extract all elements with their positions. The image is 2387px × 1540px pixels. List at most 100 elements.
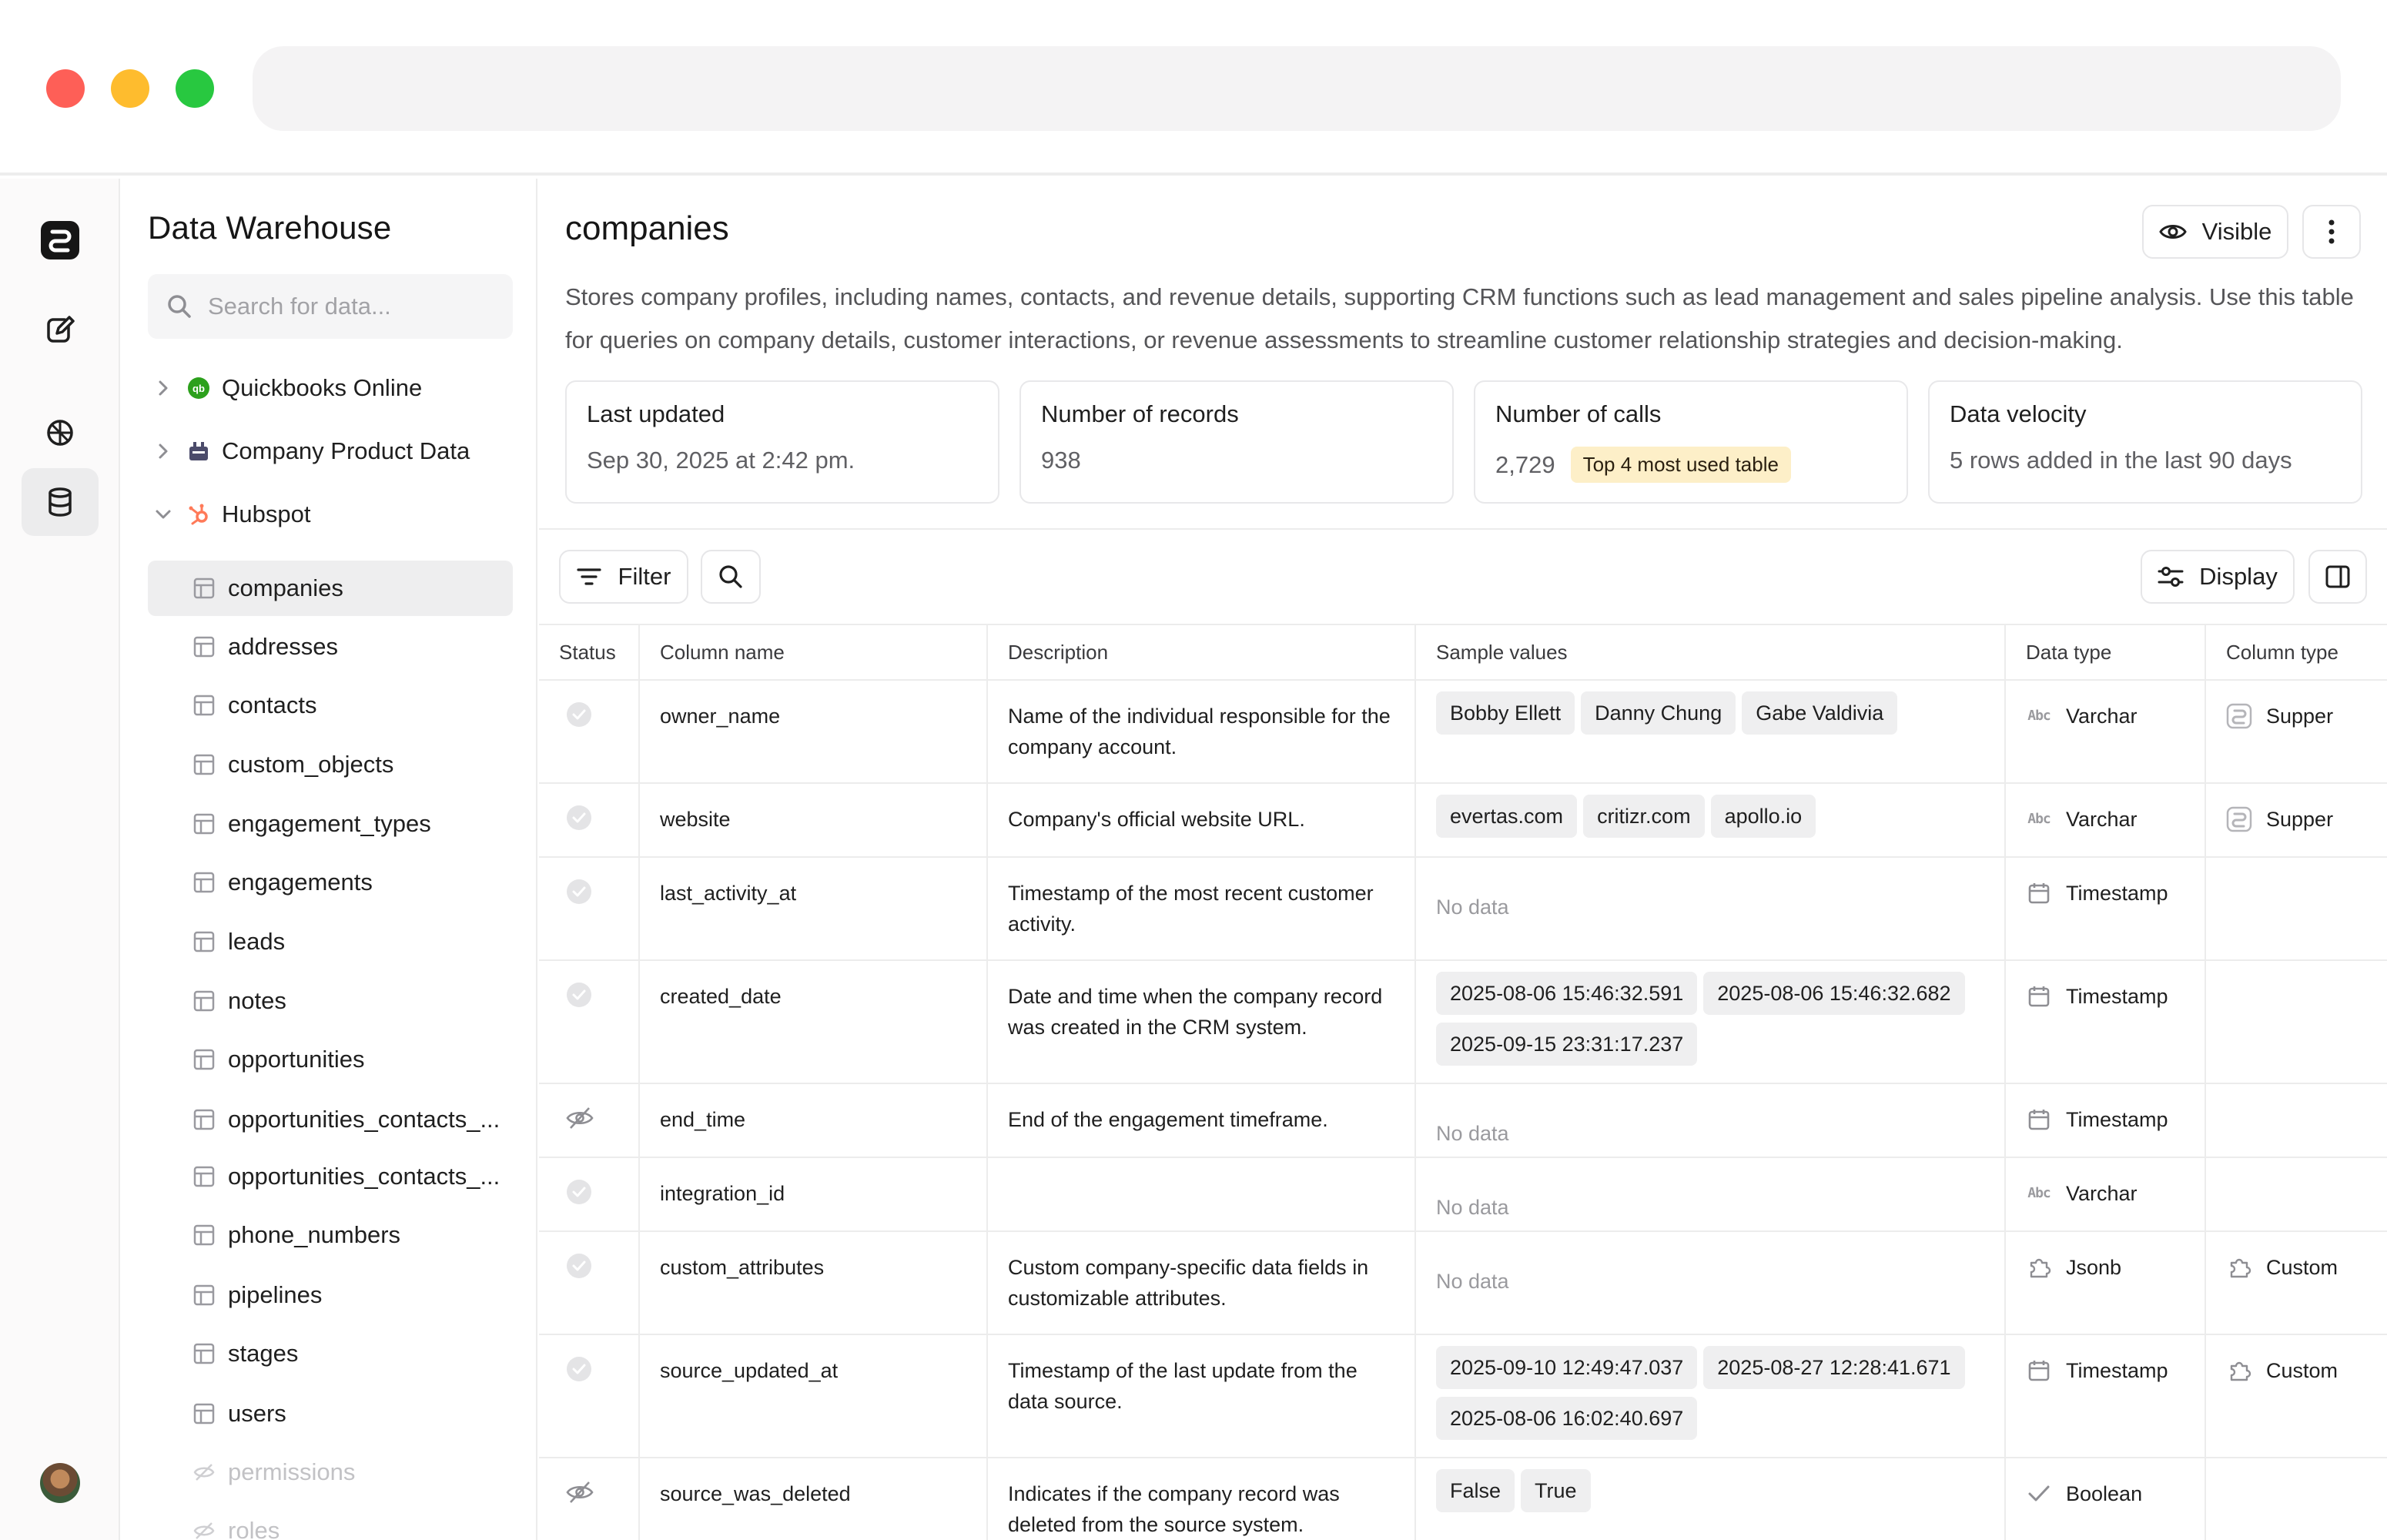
sidebar-table-item[interactable]: addresses xyxy=(148,619,513,675)
active-status-icon[interactable] xyxy=(565,804,593,832)
more-options-button[interactable] xyxy=(2302,205,2361,259)
columns-table: Status Column name Description Sample va… xyxy=(539,624,2387,1540)
table-row[interactable]: source_updated_at Timestamp of the last u… xyxy=(539,1334,2387,1458)
data-type-label: Varchar xyxy=(2066,808,2138,831)
compose-icon[interactable] xyxy=(22,296,99,363)
visible-label: Visible xyxy=(2201,218,2272,245)
sidebar-table-item[interactable]: engagement_types xyxy=(148,796,513,852)
sidebar-table-item[interactable]: opportunities_contacts_... xyxy=(148,1092,513,1147)
window-titlebar xyxy=(0,0,2387,176)
sidebar-table-item[interactable]: custom_objects xyxy=(148,737,513,792)
active-status-icon[interactable] xyxy=(565,701,593,728)
table-label: notes xyxy=(228,987,286,1014)
column-header-status[interactable]: Status xyxy=(539,624,640,681)
minimize-window-button[interactable] xyxy=(111,69,149,108)
sidebar-table-item[interactable]: companies xyxy=(148,561,513,616)
sidebar-table-item[interactable]: engagements xyxy=(148,855,513,910)
sidebar-table-item[interactable]: notes xyxy=(148,973,513,1029)
sidebar-search-input[interactable]: Search for data... xyxy=(148,274,513,339)
sidebar-table-item[interactable]: roles xyxy=(148,1503,513,1540)
maximize-window-button[interactable] xyxy=(176,69,214,108)
sidebar-table-item[interactable]: stages xyxy=(148,1326,513,1381)
sample-value-chip: 2025-09-15 23:31:17.237 xyxy=(1436,1023,1698,1066)
table-row[interactable]: end_time End of the engagement timeframe.… xyxy=(539,1083,2387,1158)
text-type-icon: Abc xyxy=(2027,1185,2051,1201)
source-quickbooks-online[interactable]: qb Quickbooks Online xyxy=(148,365,513,411)
stat-label: Number of records xyxy=(1041,400,1239,427)
stat-last-updated: Last updated Sep 30, 2025 at 2:42 pm. xyxy=(565,380,999,504)
column-header-column-type[interactable]: Column type xyxy=(2205,624,2387,681)
table-icon xyxy=(192,753,216,776)
column-name: created_date xyxy=(660,985,782,1008)
active-status-icon[interactable] xyxy=(565,1355,593,1383)
address-bar[interactable] xyxy=(253,46,2341,131)
column-header-sample-values[interactable]: Sample values xyxy=(1415,624,2006,681)
table-label: addresses xyxy=(228,633,339,660)
table-row[interactable]: created_date Date and time when the compa… xyxy=(539,960,2387,1084)
app-rail xyxy=(0,179,120,1540)
table-row[interactable]: owner_name Name of the individual respons… xyxy=(539,680,2387,784)
eye-icon xyxy=(2158,225,2187,239)
column-header-data-type[interactable]: Data type xyxy=(2005,624,2206,681)
table-label: pipelines xyxy=(228,1281,323,1308)
side-panel-icon xyxy=(2325,565,2350,588)
sample-value-chip: critizr.com xyxy=(1583,795,1705,838)
hidden-table-icon xyxy=(192,1519,216,1540)
table-row[interactable]: website Company's official website URL. ev… xyxy=(539,783,2387,858)
column-name: source_was_deleted xyxy=(660,1482,851,1505)
sample-value-chip: Gabe Valdivia xyxy=(1742,691,1898,735)
database-icon[interactable] xyxy=(22,468,99,536)
table-icon xyxy=(192,1048,216,1071)
stat-value: 938 xyxy=(1041,447,1081,474)
source-label: Quickbooks Online xyxy=(222,374,423,401)
filter-button[interactable]: Filter xyxy=(559,550,688,604)
app-logo-icon[interactable] xyxy=(22,206,99,274)
table-row[interactable]: source_was_deleted Indicates if the compa… xyxy=(539,1458,2387,1540)
sample-value-chip: 2025-09-10 12:49:47.037 xyxy=(1436,1346,1698,1389)
table-row[interactable]: custom_attributes Custom company-specific… xyxy=(539,1231,2387,1335)
table-label: opportunities xyxy=(228,1046,365,1073)
column-type-label: Supper xyxy=(2266,705,2334,728)
integrations-icon[interactable] xyxy=(22,399,99,467)
quickbooks-logo-icon: qb xyxy=(186,376,211,400)
table-search-button[interactable] xyxy=(701,550,761,604)
sidebar-table-item[interactable]: contacts xyxy=(148,678,513,733)
sidebar-table-item[interactable]: permissions xyxy=(148,1445,513,1500)
table-detail-panel: companies Visible Stores company profile… xyxy=(539,179,2387,1540)
table-row[interactable]: last_activity_at Timestamp of the most re… xyxy=(539,857,2387,961)
sidebar-table-item[interactable]: pipelines xyxy=(148,1267,513,1323)
active-status-icon[interactable] xyxy=(565,878,593,906)
sample-value-chip: 2025-08-06 15:46:32.682 xyxy=(1703,972,1965,1015)
table-icon xyxy=(192,635,216,658)
table-icon xyxy=(192,1342,216,1365)
active-status-icon[interactable] xyxy=(565,1252,593,1280)
column-header-description[interactable]: Description xyxy=(987,624,1416,681)
calendar-icon xyxy=(2026,1358,2052,1384)
close-window-button[interactable] xyxy=(46,69,85,108)
column-header-column-name[interactable]: Column name xyxy=(639,624,988,681)
table-icon xyxy=(192,1284,216,1307)
sidebar-table-item[interactable]: opportunities_contacts_... xyxy=(148,1149,513,1204)
user-avatar[interactable] xyxy=(40,1463,80,1503)
sidebar-table-item[interactable]: users xyxy=(148,1386,513,1441)
display-button[interactable]: Display xyxy=(2141,550,2295,604)
column-description: Timestamp of the last update from the da… xyxy=(1008,1359,1358,1413)
column-description: Name of the individual responsible for t… xyxy=(1008,705,1391,758)
table-label: stages xyxy=(228,1340,299,1367)
source-hubspot[interactable]: Hubspot xyxy=(148,491,513,537)
sidebar-table-item[interactable]: phone_numbers xyxy=(148,1207,513,1263)
table-icon xyxy=(192,930,216,953)
active-status-icon[interactable] xyxy=(565,981,593,1009)
active-status-icon[interactable] xyxy=(565,1178,593,1206)
source-company-product-data[interactable]: Company Product Data xyxy=(148,428,513,474)
visible-toggle-button[interactable]: Visible xyxy=(2142,205,2288,259)
hidden-status-icon[interactable] xyxy=(565,1478,594,1506)
sidebar-table-item[interactable]: opportunities xyxy=(148,1032,513,1087)
toggle-side-panel-button[interactable] xyxy=(2308,550,2367,604)
sample-value-chip: 2025-08-06 15:46:32.591 xyxy=(1436,972,1698,1015)
svg-text:qb: qb xyxy=(192,383,205,394)
sidebar-table-item[interactable]: leads xyxy=(148,914,513,969)
column-description: End of the engagement timeframe. xyxy=(1008,1108,1328,1131)
table-row[interactable]: integration_id No data Abc Varchar xyxy=(539,1157,2387,1232)
hidden-status-icon[interactable] xyxy=(565,1104,594,1132)
